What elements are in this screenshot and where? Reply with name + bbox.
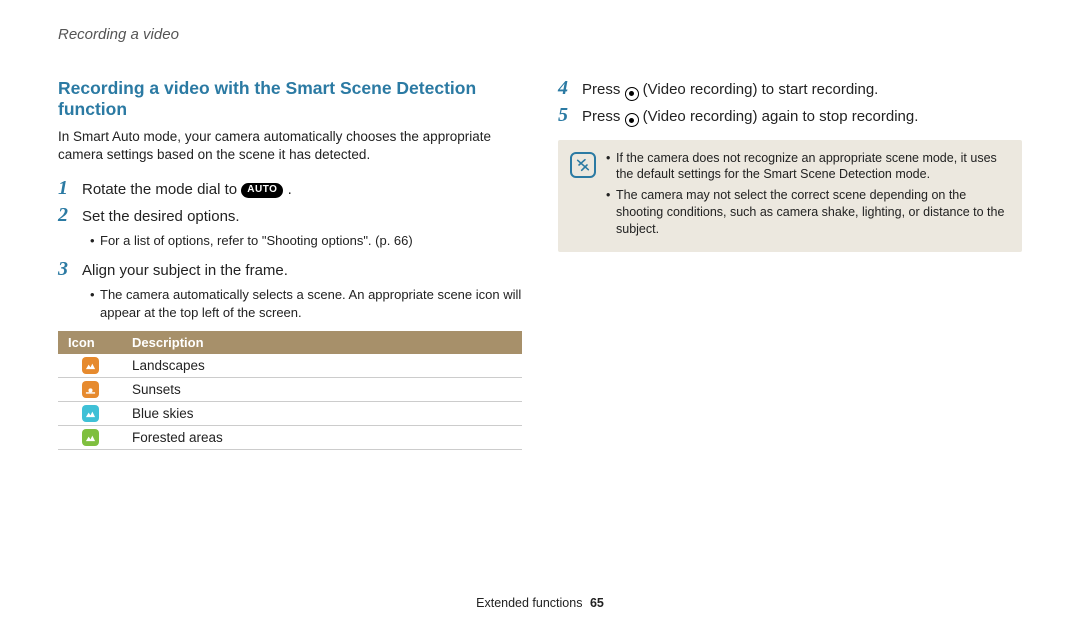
step-4: 4 Press (Video recording) to start recor… — [558, 78, 1022, 101]
step-number: 1 — [58, 178, 72, 198]
step-3-sub-item: The camera automatically selects a scene… — [90, 286, 522, 321]
step-text-before: Press — [582, 81, 625, 98]
step-number: 3 — [58, 259, 72, 279]
step-text-before: Press — [582, 108, 625, 125]
note-icon — [570, 152, 596, 178]
step-text: Set the desired options. — [82, 205, 240, 228]
table-row: Blue skies — [58, 402, 522, 426]
table-header-icon: Icon — [58, 331, 122, 354]
auto-mode-badge: AUTO — [241, 183, 283, 199]
footer-page-number: 65 — [590, 596, 604, 610]
step-text-after: . — [283, 181, 291, 198]
sunset-icon — [82, 381, 99, 398]
content-columns: Recording a video with the Smart Scene D… — [58, 78, 1022, 450]
table-row: Forested areas — [58, 426, 522, 450]
step-2-sub-item: For a list of options, refer to "Shootin… — [90, 232, 522, 250]
step-number: 2 — [58, 205, 72, 225]
step-text-after: (Video recording) again to stop recordin… — [639, 108, 919, 125]
table-cell-label: Sunsets — [122, 378, 522, 402]
step-text: Rotate the mode dial to AUTO . — [82, 178, 292, 201]
table-cell-label: Blue skies — [122, 402, 522, 426]
bluesky-icon — [82, 405, 99, 422]
step-3-sub: The camera automatically selects a scene… — [90, 286, 522, 321]
step-1: 1 Rotate the mode dial to AUTO . — [58, 178, 522, 201]
step-5: 5 Press (Video recording) again to stop … — [558, 105, 1022, 128]
footer-section: Extended functions — [476, 596, 582, 610]
right-column: 4 Press (Video recording) to start recor… — [558, 78, 1022, 450]
note-list: If the camera does not recognize an appr… — [606, 150, 1010, 242]
step-number: 4 — [558, 78, 572, 98]
step-text-before: Rotate the mode dial to — [82, 181, 241, 198]
step-number: 5 — [558, 105, 572, 125]
record-button-icon — [625, 87, 639, 101]
note-item: If the camera does not recognize an appr… — [606, 150, 1010, 184]
note-box: If the camera does not recognize an appr… — [558, 140, 1022, 252]
steps-left: 1 Rotate the mode dial to AUTO . 2 Set t… — [58, 178, 522, 450]
step-2-sub: For a list of options, refer to "Shootin… — [90, 232, 522, 250]
step-2: 2 Set the desired options. — [58, 205, 522, 228]
table-row: Landscapes — [58, 354, 522, 378]
table-cell-label: Landscapes — [122, 354, 522, 378]
page-footer: Extended functions 65 — [0, 596, 1080, 610]
step-text: Press (Video recording) to start recordi… — [582, 78, 878, 101]
step-text: Align your subject in the frame. — [82, 259, 288, 282]
left-column: Recording a video with the Smart Scene D… — [58, 78, 522, 450]
section-intro: In Smart Auto mode, your camera automati… — [58, 128, 522, 164]
step-3: 3 Align your subject in the frame. — [58, 259, 522, 282]
forest-icon — [82, 429, 99, 446]
page-breadcrumb: Recording a video — [58, 26, 179, 43]
step-text-after: (Video recording) to start recording. — [639, 81, 879, 98]
table-header-desc: Description — [122, 331, 522, 354]
step-text: Press (Video recording) again to stop re… — [582, 105, 918, 128]
steps-right: 4 Press (Video recording) to start recor… — [558, 78, 1022, 128]
scene-table: Icon Description Landscapes Sunsets — [58, 331, 522, 450]
section-title: Recording a video with the Smart Scene D… — [58, 78, 522, 120]
note-item: The camera may not select the correct sc… — [606, 187, 1010, 238]
record-button-icon — [625, 113, 639, 127]
landscape-icon — [82, 357, 99, 374]
table-cell-label: Forested areas — [122, 426, 522, 450]
table-row: Sunsets — [58, 378, 522, 402]
